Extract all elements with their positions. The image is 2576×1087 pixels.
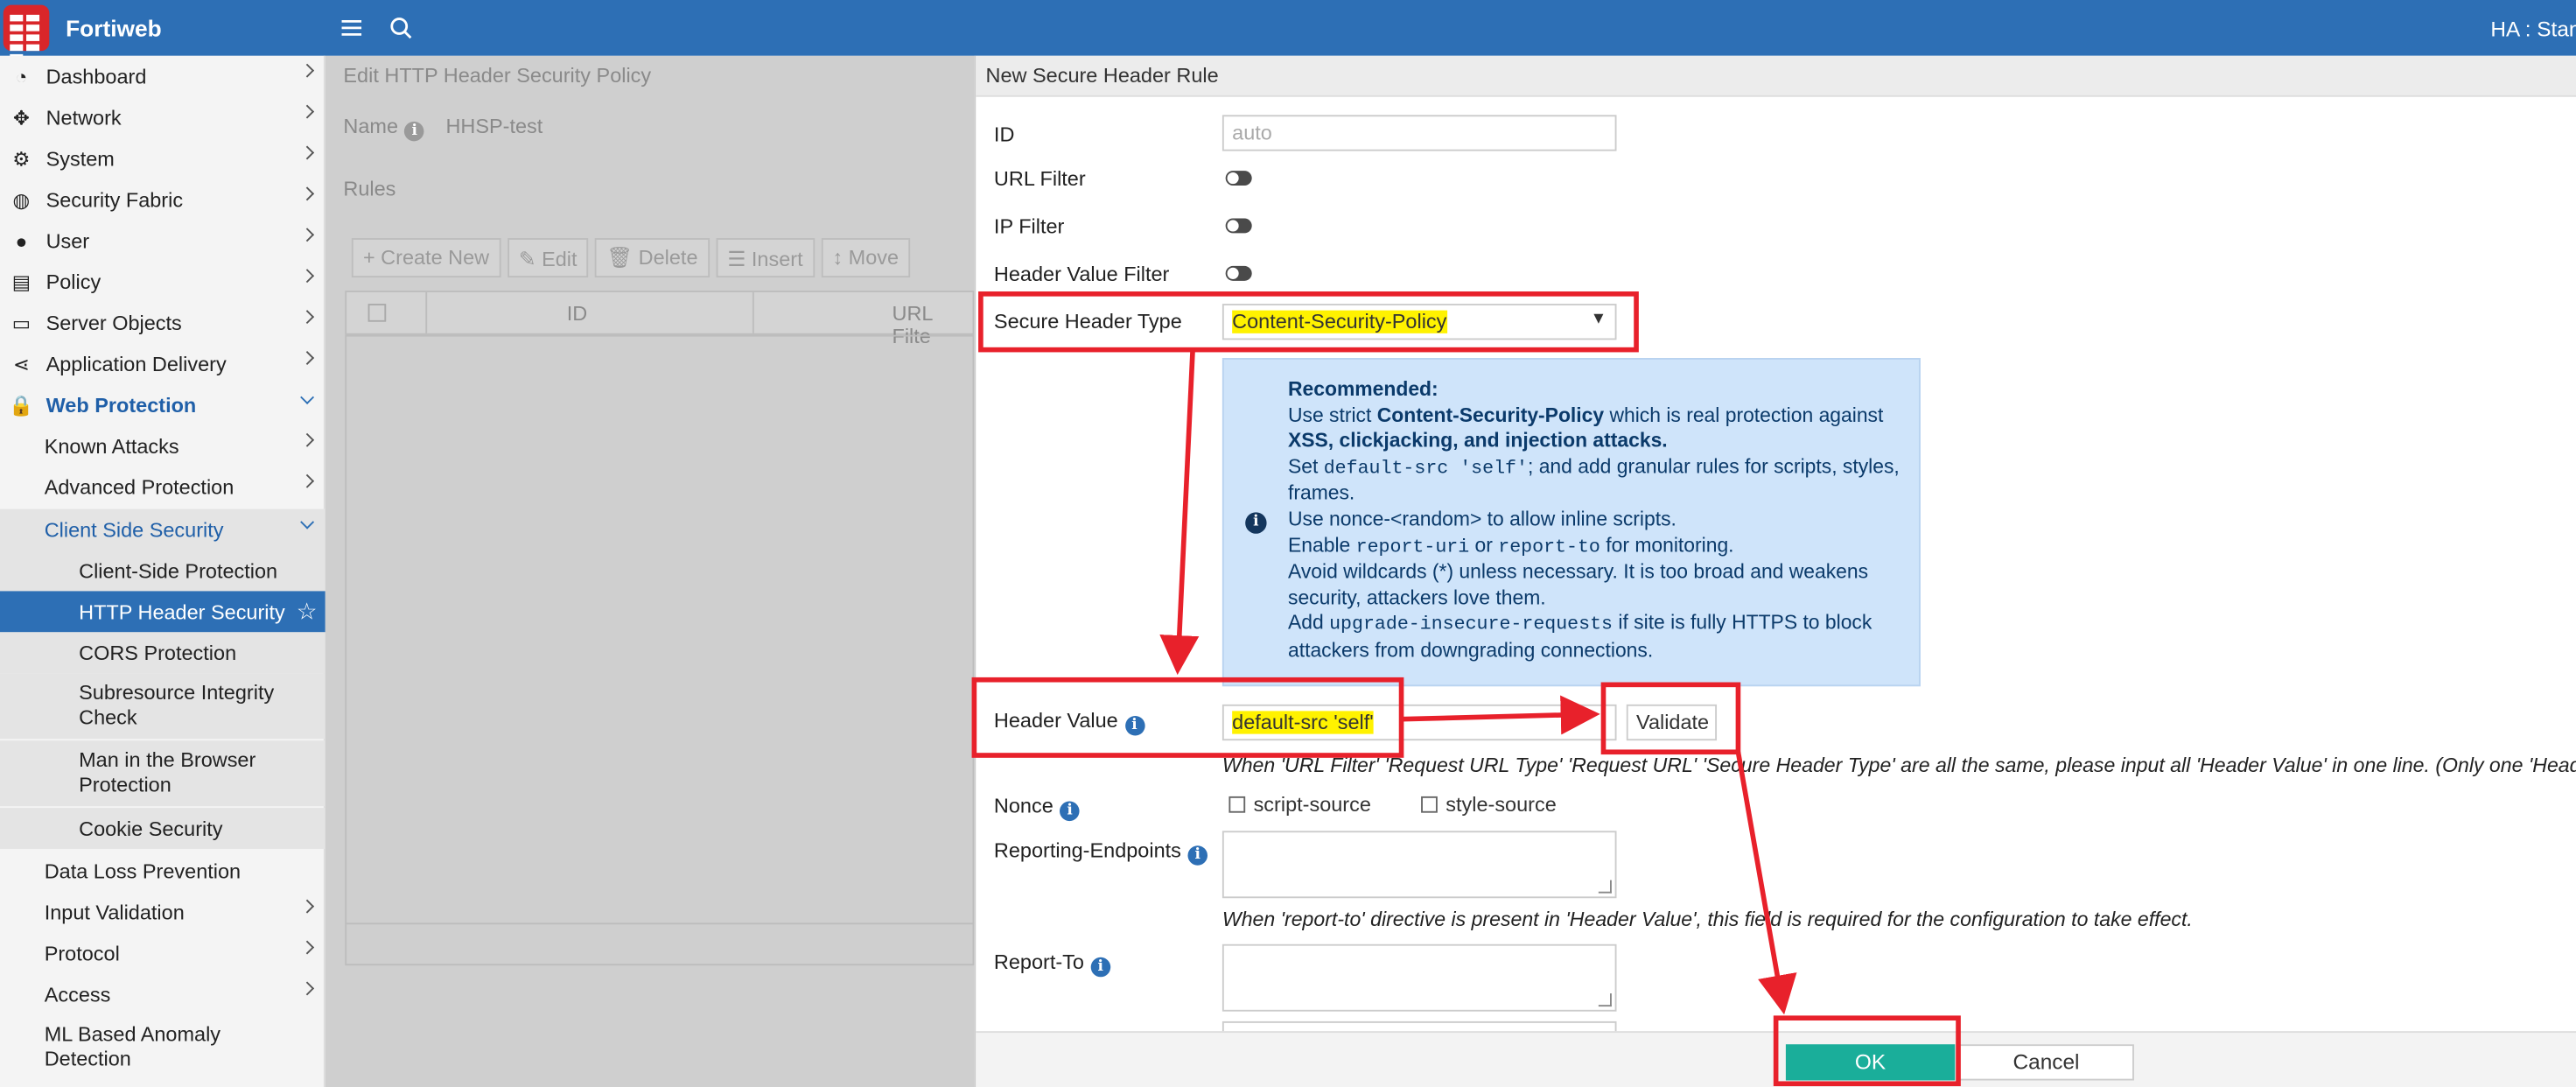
url-filter-toggle[interactable] [1225, 171, 1252, 186]
validate-button[interactable]: Validate [1626, 704, 1718, 741]
script-source-checkbox[interactable]: script-source [1228, 793, 1371, 816]
security-fabric-icon: ◍ [12, 187, 31, 212]
sidebar-item-cookie-security[interactable]: Cookie Security [0, 808, 326, 849]
secure-header-type-select[interactable]: Content-Security-Policy ▼ [1222, 304, 1617, 340]
user-icon: ● [15, 228, 28, 252]
sidebar-item-input-validation[interactable]: Input Validation [0, 892, 326, 933]
panel-title: New Secure Header Rule [976, 55, 2576, 97]
brand-name: Fortiweb [66, 14, 162, 41]
info-icon: i [1090, 957, 1111, 978]
server-icon: ▭ [11, 311, 32, 334]
sidebar-item-subresource-integrity-check[interactable]: Subresource Integrity Check [0, 673, 326, 740]
ha-status: HA : Stan [2490, 16, 2576, 41]
rec-line-3: Use nonce-<random> to allow inline scrip… [1287, 507, 1676, 530]
header-value-label: Header Value i [994, 709, 1144, 736]
sidebar-item-network[interactable]: ✥ Network [0, 97, 326, 138]
dashboard-icon: ◔ [15, 65, 28, 88]
delete-button[interactable]: 🗑 Delete [595, 238, 710, 278]
star-icon[interactable]: ☆ [297, 598, 318, 626]
sidebar-item-client-side-protection[interactable]: Client-Side Protection [0, 550, 326, 592]
info-icon: i [1245, 512, 1267, 534]
page-title: Edit HTTP Header Security Policy [343, 64, 652, 88]
column-id[interactable]: ID [567, 302, 587, 325]
header-value-filter-toggle[interactable] [1225, 265, 1252, 281]
id-input[interactable]: auto [1222, 115, 1617, 151]
sidebar-item-man-in-the-browser[interactable]: Man in the Browser Protection [0, 740, 326, 807]
new-secure-header-rule-panel: New Secure Header Rule ID auto URL Filte… [974, 55, 2576, 1087]
policy-icon: ▤ [11, 270, 32, 293]
secure-header-type-label: Secure Header Type [993, 310, 1182, 333]
style-source-checkbox[interactable]: style-source [1421, 793, 1557, 816]
report-to-textarea[interactable] [1222, 943, 1617, 1012]
policy-editor-backdrop: Edit HTTP Header Security Policy Name i HH… [325, 55, 975, 1087]
dropdown-caret-icon: ▼ [1590, 310, 1607, 329]
insert-button[interactable]: ☰ Insert [716, 238, 815, 278]
sidebar-item-ml-anomaly-detection[interactable]: ML Based Anomaly Detection [0, 1014, 326, 1080]
rec-line-1: Use strict Content-Security-Policy which… [1287, 403, 1884, 452]
ip-filter-toggle[interactable] [1225, 218, 1252, 234]
search-icon[interactable] [388, 15, 414, 41]
create-new-button[interactable]: + Create New [351, 238, 501, 278]
network-icon: ✥ [12, 106, 30, 130]
info-icon: i [404, 121, 425, 142]
info-icon: i [1124, 715, 1144, 736]
sidebar-item-security-fabric[interactable]: ◍ Security Fabric [0, 179, 326, 220]
sidebar-item-http-header-security[interactable]: HTTP Header Security ☆ [0, 591, 326, 633]
rec-line-5: Avoid wildcards (*) unless necessary. It… [1287, 560, 1869, 609]
rules-table-header: ID URL Filte [345, 291, 975, 348]
fortinet-logo[interactable] [3, 4, 50, 61]
cancel-button[interactable]: Cancel [1958, 1044, 2134, 1081]
report-to-note: When 'report-to' directive is present in… [1222, 908, 2193, 931]
reporting-endpoints-textarea[interactable] [1222, 831, 1617, 899]
rec-line-2: Set default-src 'self'; and add granular… [1287, 454, 1900, 505]
rules-toolbar: + Create New ✎ Edit 🗑 Delete ☰ Insert ↕ … [351, 238, 960, 278]
header-value-note: When 'URL Filter' 'Request URL Type' 'Re… [1222, 754, 2576, 777]
sidebar-item-server-objects[interactable]: ▭ Server Objects [0, 302, 326, 343]
rules-table-body [345, 334, 975, 966]
sidebar-item-cors-protection[interactable]: CORS Protection [0, 632, 326, 674]
move-button[interactable]: ↕ Move [821, 238, 911, 278]
sidebar-item-data-loss-prevention[interactable]: Data Loss Prevention [0, 851, 326, 892]
sidebar-item-client-side-security[interactable]: Client Side Security [0, 508, 326, 551]
url-filter-label: URL Filter [993, 167, 1086, 191]
sidebar-item-web-protection[interactable]: 🔒 Web Protection [0, 384, 326, 425]
rules-label: Rules [343, 177, 396, 200]
name-field: Name i HHSP-test [343, 115, 543, 142]
sidebar-item-user[interactable]: ● User [0, 220, 326, 261]
gear-icon: ⚙ [12, 146, 31, 171]
id-label: ID [993, 123, 1015, 146]
reporting-endpoints-label: Reporting-Endpoints i [994, 839, 1208, 866]
nonce-label: Nonce i [994, 795, 1080, 822]
sidebar-item-system[interactable]: ⚙ System [0, 138, 326, 179]
sidebar-item-policy[interactable]: ▤ Policy [0, 261, 326, 302]
sidebar: ◔ Dashboard ✥ Network ⚙ System ◍ Security Fa… [0, 55, 326, 1087]
edit-button[interactable]: ✎ Edit [507, 238, 589, 278]
info-icon: i [1060, 801, 1080, 822]
sidebar-item-access[interactable]: Access [0, 974, 326, 1015]
select-all-checkbox[interactable] [368, 304, 387, 322]
recommended-info-box: i Recommended: Use strict Content-Securi… [1222, 357, 1921, 687]
sidebar-item-protocol[interactable]: Protocol [0, 933, 326, 974]
report-to-label: Report-To i [994, 950, 1111, 978]
sidebar-item-advanced-protection[interactable]: Advanced Protection [0, 466, 326, 508]
sidebar-item-dashboard[interactable]: ◔ Dashboard [0, 56, 326, 97]
ip-filter-label: IP Filter [993, 214, 1065, 239]
sidebar-item-known-attacks[interactable]: Known Attacks [0, 425, 326, 466]
panel-button-bar: OK Cancel [976, 1031, 2576, 1087]
ok-button[interactable]: OK [1785, 1044, 1956, 1081]
application-delivery-icon: ⋖ [12, 352, 30, 375]
header-value-input[interactable]: default-src 'self' [1222, 704, 1617, 741]
lock-icon: 🔒 [9, 393, 34, 417]
info-icon: i [1187, 845, 1208, 866]
sidebar-item-application-delivery[interactable]: ⋖ Application Delivery [0, 343, 326, 384]
rec-line-6: Add upgrade-insecure-requests if site is… [1287, 611, 1872, 662]
header-value-filter-label: Header Value Filter [993, 263, 1170, 286]
rec-line-4: Enable report-uri or report-to for monit… [1287, 532, 1734, 558]
rules-table-footer [345, 922, 975, 965]
top-bar: Fortiweb HA : Stan [0, 0, 2576, 61]
hamburger-menu-icon[interactable] [339, 15, 365, 41]
